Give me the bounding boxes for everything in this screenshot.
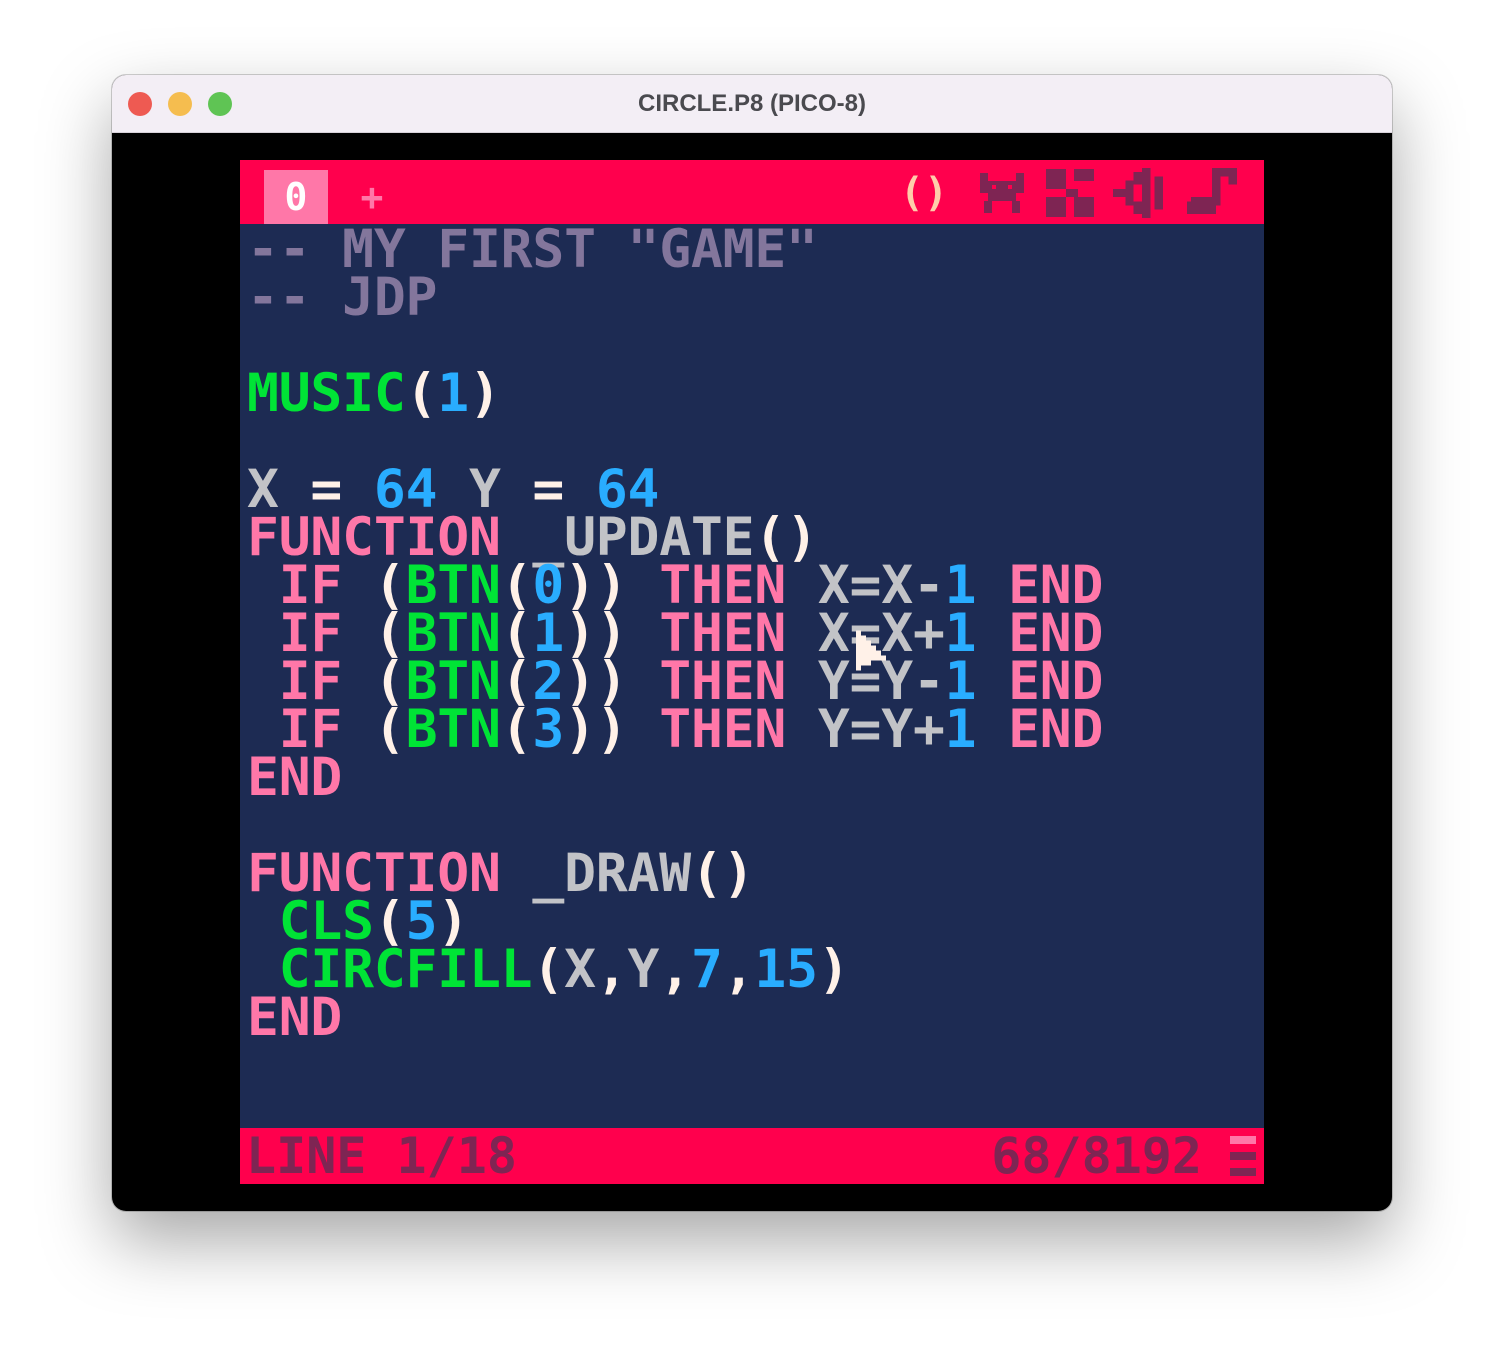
code-token: END — [976, 699, 1104, 760]
code-token: () — [690, 843, 755, 904]
app-window: CIRCLE.P8 (PICO-8) 0 + () -- MY FIRST "G… — [112, 75, 1392, 1211]
token-count: 68/8192 — [991, 1127, 1202, 1185]
code-tab-label: 0 — [284, 175, 308, 219]
code-token: , — [659, 939, 691, 1000]
map-editor-icon[interactable] — [1046, 168, 1098, 218]
sfx-editor-icon[interactable] — [1112, 168, 1172, 218]
title-bar[interactable]: CIRCLE.P8 (PICO-8) — [112, 75, 1392, 133]
code-token: ( — [500, 699, 533, 760]
code-token: Y — [627, 939, 660, 1000]
music-editor-icon[interactable] — [1182, 168, 1242, 218]
code-tab-0[interactable]: 0 — [264, 170, 328, 224]
code-line[interactable]: CIRCFILL(X,Y,7,15) — [247, 943, 1257, 996]
code-token: )) — [564, 699, 660, 760]
sprite-editor-icon[interactable] — [976, 168, 1028, 218]
code-token: ( — [342, 699, 406, 760]
code-editor-icon[interactable]: () — [888, 168, 960, 218]
code-token: ( — [405, 363, 438, 424]
code-token: BTN — [405, 699, 501, 760]
code-token: THEN — [659, 699, 787, 760]
editor-toolbar: 0 + () — [240, 160, 1264, 224]
code-token: END — [247, 987, 343, 1048]
code-token: Y=Y+ — [786, 699, 945, 760]
pico8-screen: 0 + () -- MY FIRST "GAME" -- JDP MUSIC(1… — [240, 160, 1264, 1184]
code-token: , — [595, 939, 628, 1000]
code-line[interactable]: IF (BTN(3)) THEN Y=Y+1 END — [247, 703, 1257, 756]
code-token: 15 — [754, 939, 818, 1000]
code-token: 1 — [944, 699, 977, 760]
code-token: X — [564, 939, 596, 1000]
code-token: 1 — [437, 363, 469, 424]
line-indicator: LINE 1/18 — [246, 1127, 517, 1185]
mouse-cursor-icon — [856, 630, 886, 671]
code-line[interactable]: END — [247, 751, 1257, 804]
status-bar: LINE 1/18 68/8192 — [240, 1128, 1264, 1184]
code-line[interactable]: MUSIC(1) — [247, 367, 1257, 420]
code-token: 3 — [532, 699, 565, 760]
add-tab-button[interactable]: + — [352, 170, 392, 224]
code-line[interactable]: -- JDP — [247, 271, 1257, 324]
code-token: 7 — [690, 939, 723, 1000]
code-editor[interactable]: -- MY FIRST "GAME" -- JDP MUSIC(1) X = 64… — [247, 223, 1257, 1126]
menu-icon[interactable] — [1222, 1134, 1262, 1178]
code-token: , — [722, 939, 755, 1000]
code-token: ) — [817, 939, 850, 1000]
code-line[interactable]: END — [247, 991, 1257, 1044]
code-token: ) — [468, 363, 501, 424]
window-title: CIRCLE.P8 (PICO-8) — [637, 90, 867, 117]
code-token: _DRAW — [500, 843, 691, 904]
code-token: ( — [532, 939, 565, 1000]
